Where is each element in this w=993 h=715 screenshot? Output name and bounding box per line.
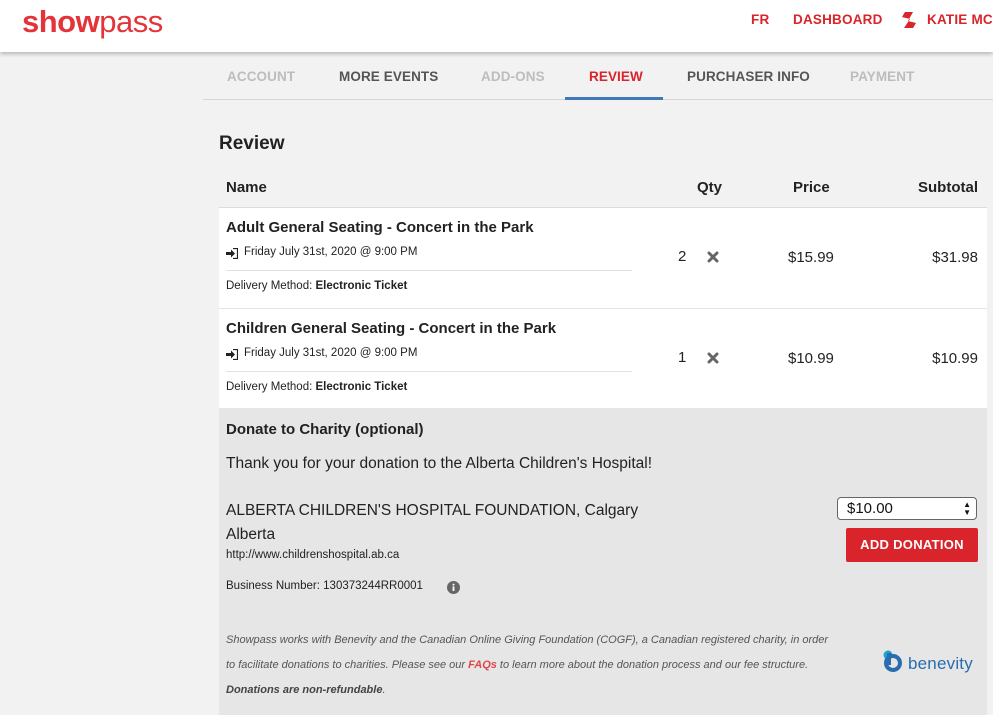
delivery-label: Delivery Method:	[226, 381, 316, 393]
top-navbar: showpass FR DASHBOARD KATIE MCI	[0, 0, 993, 52]
remove-item-icon[interactable]	[707, 352, 719, 364]
item-price: $10.99	[788, 350, 834, 367]
delivery-label: Delivery Method:	[226, 280, 316, 292]
item-price: $15.99	[788, 249, 834, 266]
info-icon[interactable]	[447, 581, 460, 594]
benevity-logo: benevity	[881, 649, 977, 675]
header-subtotal: Subtotal	[918, 179, 978, 196]
logo-light: pass	[99, 4, 163, 39]
disclaimer-end: .	[382, 684, 386, 696]
showpass-logo[interactable]: showpass	[22, 2, 163, 42]
item-date: Friday July 31st, 2020 @ 9:00 PM	[244, 246, 418, 258]
item-subtotal: $31.98	[932, 249, 978, 266]
page-title: Review	[219, 133, 285, 154]
item-delivery: Delivery Method: Electronic Ticket	[226, 280, 407, 292]
donation-title: Donate to Charity (optional)	[226, 421, 424, 438]
non-refundable-note: Donations are non-refundable	[226, 684, 383, 696]
checkout-steps: ACCOUNT MORE EVENTS ADD-ONS REVIEW PURCH…	[203, 52, 993, 100]
charity-name: ALBERTA CHILDREN'S HOSPITAL FOUNDATION, …	[226, 499, 646, 547]
showpass-s-icon	[902, 12, 916, 28]
donation-amount-value: $10.00	[847, 500, 893, 517]
item-title: Adult General Seating - Concert in the P…	[226, 219, 534, 236]
language-toggle[interactable]: FR	[751, 12, 769, 27]
delivery-value: Electronic Ticket	[315, 280, 408, 292]
remove-item-icon[interactable]	[707, 251, 719, 263]
donation-thanks: Thank you for your donation to the Alber…	[226, 455, 653, 472]
tab-payment: PAYMENT	[850, 69, 915, 84]
disclaimer-text-2: to learn more about the donation process…	[496, 659, 809, 671]
item-delivery: Delivery Method: Electronic Ticket	[226, 381, 407, 393]
item-date: Friday July 31st, 2020 @ 9:00 PM	[244, 347, 418, 359]
item-qty: 1	[678, 349, 687, 366]
header-price: Price	[793, 179, 830, 196]
donation-amount-select[interactable]: $10.00 ▲ ▼	[837, 497, 977, 520]
charity-name-line2: Alberta	[226, 526, 276, 543]
tab-add-ons: ADD-ONS	[481, 69, 545, 84]
table-row: Adult General Seating - Concert in the P…	[219, 208, 987, 308]
donation-section: Donate to Charity (optional) Thank you f…	[219, 408, 987, 715]
table-row: Children General Seating - Concert in th…	[219, 309, 987, 409]
tab-more-events[interactable]: MORE EVENTS	[339, 69, 438, 84]
tab-account: ACCOUNT	[227, 69, 296, 84]
faq-link[interactable]: FAQs	[468, 659, 497, 671]
dashboard-link[interactable]: DASHBOARD	[793, 12, 883, 27]
item-separator	[226, 371, 632, 372]
item-subtotal: $10.99	[932, 350, 978, 367]
sign-in-icon	[226, 349, 238, 360]
logo-bold: show	[22, 4, 100, 39]
item-separator	[226, 270, 632, 271]
active-tab-indicator	[565, 97, 663, 100]
select-arrows-icon: ▲ ▼	[963, 500, 971, 517]
charity-url[interactable]: http://www.childrenshospital.ab.ca	[226, 549, 399, 561]
tab-purchaser-info[interactable]: PURCHASER INFO	[687, 69, 810, 84]
business-number: Business Number: 130373244RR0001	[226, 580, 423, 592]
item-qty: 2	[678, 248, 687, 265]
add-donation-button[interactable]: ADD DONATION	[846, 528, 978, 562]
donation-disclaimer: Showpass works with Benevity and the Can…	[226, 628, 836, 703]
item-title: Children General Seating - Concert in th…	[226, 320, 557, 337]
benevity-wordmark: benevity	[908, 654, 973, 673]
charity-name-line1: ALBERTA CHILDREN'S HOSPITAL FOUNDATION, …	[226, 502, 639, 519]
header-qty: Qty	[697, 179, 723, 196]
tab-review[interactable]: REVIEW	[589, 69, 643, 84]
benevity-mark-icon	[883, 650, 902, 672]
user-menu[interactable]: KATIE MCI	[927, 12, 993, 27]
delivery-value: Electronic Ticket	[315, 381, 408, 393]
sign-in-icon	[226, 248, 238, 259]
header-name: Name	[226, 179, 267, 196]
checkout-panel: ACCOUNT MORE EVENTS ADD-ONS REVIEW PURCH…	[203, 52, 993, 715]
